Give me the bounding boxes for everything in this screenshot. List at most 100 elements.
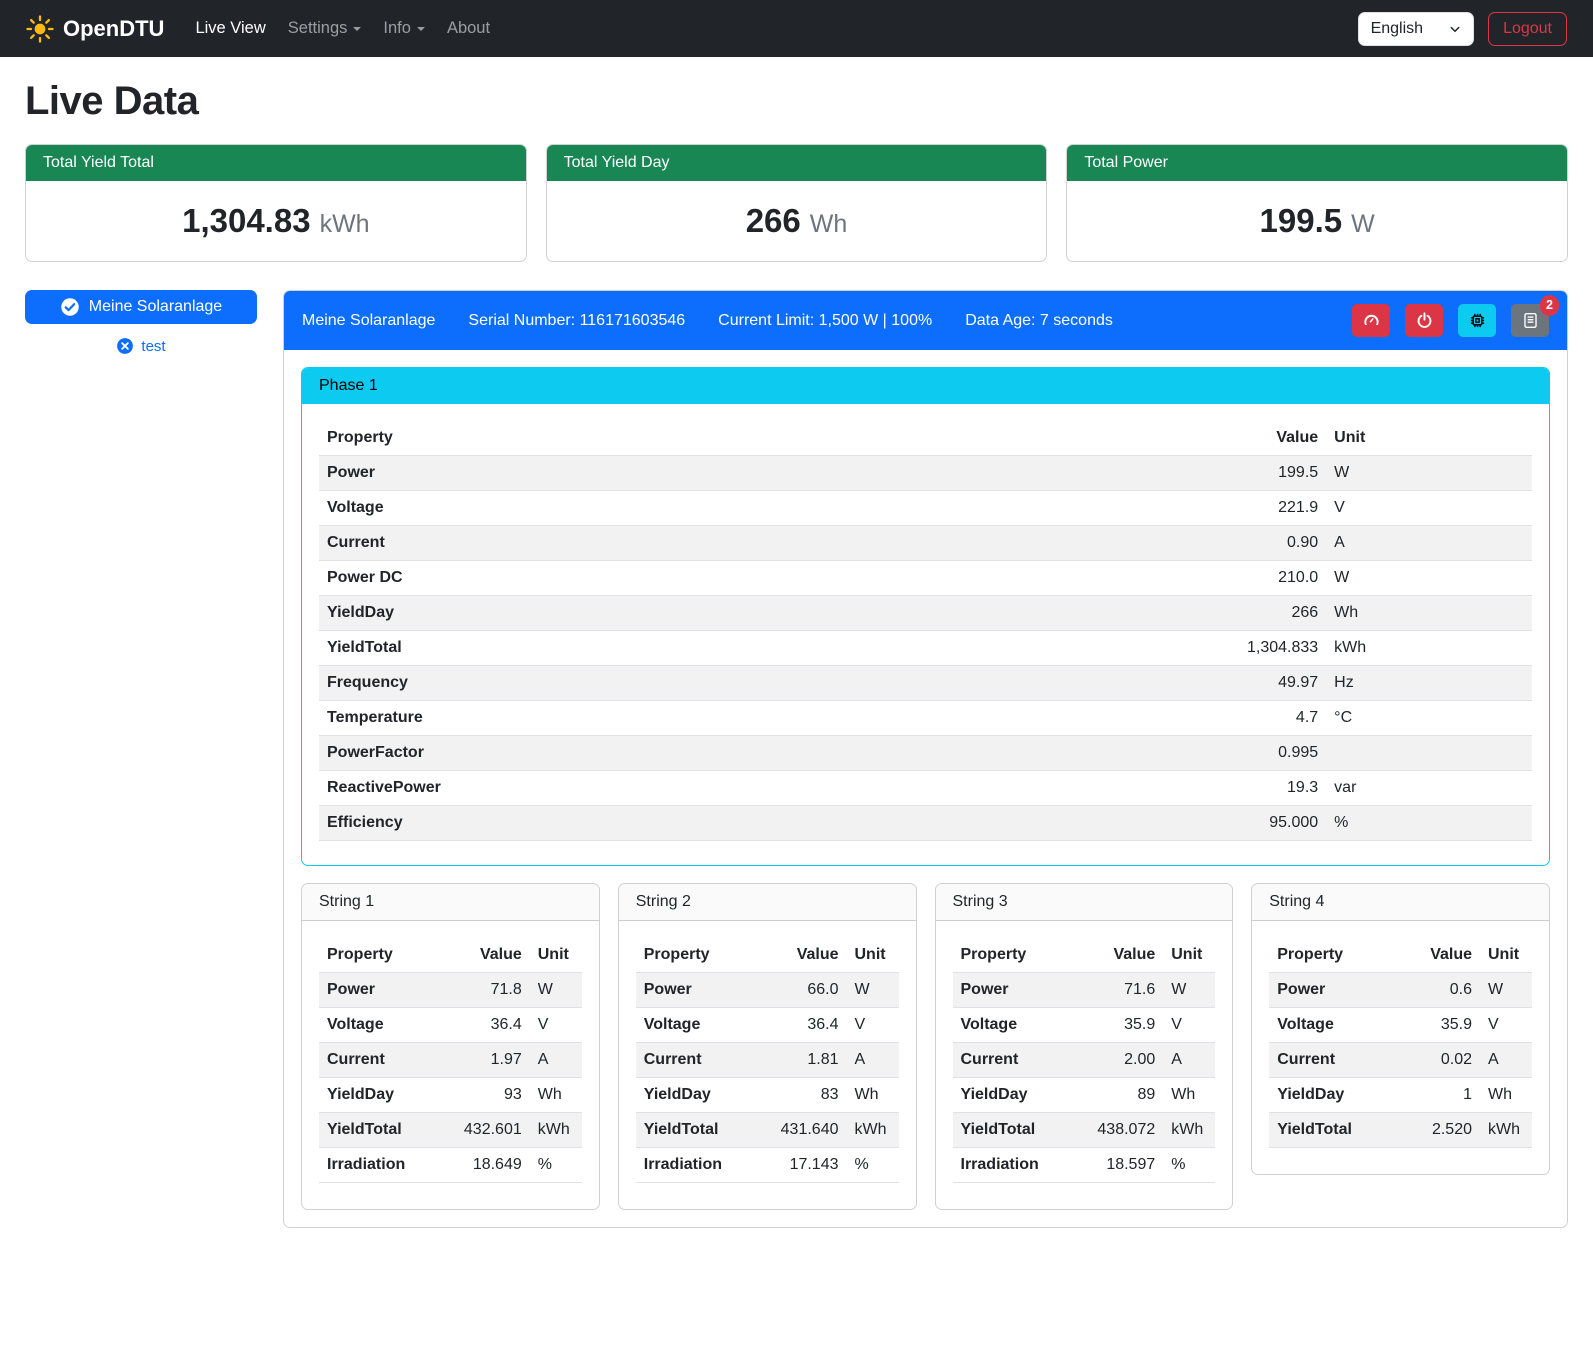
caret-down-icon — [353, 27, 361, 31]
row-unit: kWh — [1326, 631, 1532, 666]
row-unit: A — [1480, 1043, 1532, 1078]
table-row: Current2.00A — [953, 1043, 1216, 1078]
row-value: 0.90 — [1239, 526, 1326, 561]
row-unit: °C — [1326, 701, 1532, 736]
table-row: Power71.6W — [953, 973, 1216, 1008]
brand[interactable]: OpenDTU — [26, 15, 164, 43]
column-property: Property — [636, 938, 752, 973]
row-property: YieldTotal — [953, 1113, 1069, 1148]
inverter-panel: Meine Solaranlage Serial Number: 1161716… — [283, 290, 1568, 1228]
string-card-body: Property Value Unit Power0.6WVoltage35.9… — [1252, 921, 1549, 1174]
string-card-header: String 1 — [302, 884, 599, 921]
table-header-row: Property Value Unit — [319, 421, 1532, 456]
row-value: 93 — [435, 1078, 530, 1113]
table-row: PowerFactor0.995 — [319, 736, 1532, 771]
page-container: Live Data Total Yield Total 1,304.83kWh … — [0, 57, 1593, 1254]
string-table-body: Power71.6WVoltage35.9VCurrent2.00AYieldD… — [953, 973, 1216, 1183]
row-value: 19.3 — [1239, 771, 1326, 806]
row-unit: kWh — [530, 1113, 582, 1148]
device-info-button[interactable] — [1458, 304, 1496, 337]
event-log-button[interactable]: 2 — [1511, 304, 1549, 337]
inverter-selected-label: Meine Solaranlage — [89, 298, 222, 316]
table-row: Power71.8W — [319, 973, 582, 1008]
row-value: 4.7 — [1239, 701, 1326, 736]
table-row: ReactivePower19.3var — [319, 771, 1532, 806]
main-row: Meine Solaranlage test Meine Solaranlage… — [25, 290, 1568, 1228]
language-select[interactable]: English — [1358, 12, 1474, 46]
row-unit: V — [1480, 1008, 1532, 1043]
row-value: 1 — [1385, 1078, 1480, 1113]
string-table: Property Value Unit Power66.0WVoltage36.… — [636, 938, 899, 1183]
inverter-meta: Meine Solaranlage Serial Number: 1161716… — [302, 312, 1113, 330]
table-row: Voltage35.9V — [953, 1008, 1216, 1043]
row-unit: V — [1163, 1008, 1215, 1043]
card-total-yield-day: Total Yield Day 266Wh — [546, 144, 1048, 262]
column-property: Property — [953, 938, 1069, 973]
logout-button[interactable]: Logout — [1488, 12, 1567, 46]
nav-about[interactable]: About — [436, 11, 501, 46]
string-table: Property Value Unit Power71.6WVoltage35.… — [953, 938, 1216, 1183]
card-total-yield-total: Total Yield Total 1,304.83kWh — [25, 144, 527, 262]
brand-label: OpenDTU — [63, 16, 164, 42]
table-row: Frequency49.97Hz — [319, 666, 1532, 701]
table-row: YieldDay1Wh — [1269, 1078, 1532, 1113]
row-unit: W — [1326, 561, 1532, 596]
row-unit: Wh — [1480, 1078, 1532, 1113]
column-unit: Unit — [1163, 938, 1215, 973]
row-value: 266 — [1239, 596, 1326, 631]
navbar-right: English Logout — [1358, 12, 1567, 46]
card-header: Total Power — [1067, 145, 1567, 181]
row-unit: A — [847, 1043, 899, 1078]
table-row: Efficiency95.000% — [319, 806, 1532, 841]
nav-live-view[interactable]: Live View — [184, 11, 276, 46]
table-row: Current1.81A — [636, 1043, 899, 1078]
column-value: Value — [1239, 421, 1326, 456]
table-row: Irradiation18.649% — [319, 1148, 582, 1183]
row-unit: V — [847, 1008, 899, 1043]
power-button[interactable] — [1405, 304, 1443, 337]
string-card-body: Property Value Unit Power71.8WVoltage36.… — [302, 921, 599, 1209]
card-header: Total Yield Day — [547, 145, 1047, 181]
limit-settings-button[interactable] — [1352, 304, 1390, 337]
row-property: Power — [953, 973, 1069, 1008]
nav-info[interactable]: Info — [372, 11, 436, 46]
row-property: Current — [953, 1043, 1069, 1078]
row-property: Irradiation — [953, 1148, 1069, 1183]
caret-down-icon — [417, 27, 425, 31]
gauge-icon — [1362, 311, 1381, 330]
row-value: 36.4 — [751, 1008, 846, 1043]
data-age: Data Age: 7 seconds — [965, 312, 1113, 330]
row-unit: kWh — [1163, 1113, 1215, 1148]
inverter-selected-button[interactable]: Meine Solaranlage — [25, 290, 257, 324]
string-card-body: Property Value Unit Power66.0WVoltage36.… — [619, 921, 916, 1209]
row-unit: Wh — [1326, 596, 1532, 631]
row-value: 66.0 — [751, 973, 846, 1008]
row-value: 95.000 — [1239, 806, 1326, 841]
row-property: Voltage — [1269, 1008, 1385, 1043]
string-table: Property Value Unit Power71.8WVoltage36.… — [319, 938, 582, 1183]
row-property: Efficiency — [319, 806, 1239, 841]
table-row: YieldDay93Wh — [319, 1078, 582, 1113]
row-property: Irradiation — [319, 1148, 435, 1183]
row-unit: % — [1163, 1148, 1215, 1183]
row-value: 36.4 — [435, 1008, 530, 1043]
nav-settings[interactable]: Settings — [277, 11, 373, 46]
row-property: Current — [319, 526, 1239, 561]
row-property: Power — [1269, 973, 1385, 1008]
row-value: 221.9 — [1239, 491, 1326, 526]
check-circle-icon — [60, 297, 80, 317]
column-value: Value — [1068, 938, 1163, 973]
row-value: 2.00 — [1068, 1043, 1163, 1078]
table-row: Irradiation17.143% — [636, 1148, 899, 1183]
row-unit: % — [847, 1148, 899, 1183]
string-card-body: Property Value Unit Power71.6WVoltage35.… — [936, 921, 1233, 1209]
row-unit: Wh — [1163, 1078, 1215, 1113]
serial-number: Serial Number: 116171603546 — [468, 312, 685, 330]
strings-row: String 1 Property Value Unit — [301, 883, 1550, 1210]
table-row: YieldTotal431.640kWh — [636, 1113, 899, 1148]
row-property: PowerFactor — [319, 736, 1239, 771]
column-value: Value — [751, 938, 846, 973]
row-value: 199.5 — [1239, 456, 1326, 491]
row-property: Power DC — [319, 561, 1239, 596]
inverter-other-item[interactable]: test — [25, 337, 257, 355]
